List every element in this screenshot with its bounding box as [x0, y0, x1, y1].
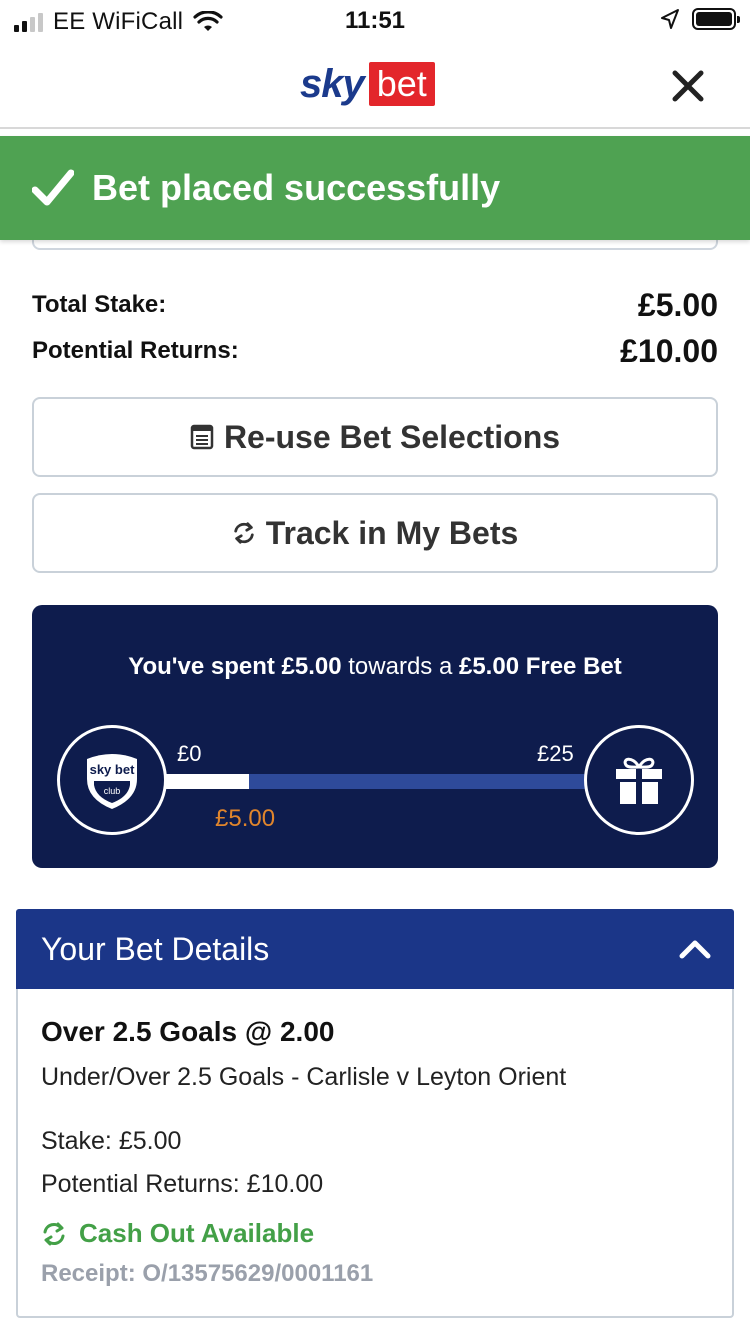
bet-details-title: Your Bet Details	[41, 930, 270, 967]
chevron-up-icon[interactable]	[678, 938, 712, 960]
bet-potential-returns: Potential Returns: £10.00	[41, 1170, 324, 1198]
track-bets-label: Track in My Bets	[265, 514, 519, 551]
promo-free-bet-text: £5.00 Free Bet	[458, 653, 622, 680]
bet-stake: Stake: £5.00	[41, 1127, 182, 1155]
reuse-selections-button[interactable]: Re-use Bet Selections	[32, 397, 718, 477]
skybet-club-badge: sky bet club	[57, 725, 167, 835]
free-bet-gift-badge	[584, 725, 694, 835]
skybet-logo: sky bet	[300, 62, 435, 106]
receipt-number: Receipt: O/13575629/0001161	[41, 1260, 374, 1287]
document-list-icon	[190, 424, 214, 450]
total-stake-row: Total Stake: £5.00	[32, 282, 718, 328]
app-header: sky bet	[0, 42, 750, 129]
badge-club-text: club	[104, 786, 121, 796]
bet-totals: Total Stake: £5.00 Potential Returns: £1…	[32, 282, 718, 374]
progress-max-label: £25	[537, 741, 574, 766]
progress-current-label: £5.00	[215, 805, 276, 832]
promo-towards-text: towards a	[341, 653, 459, 680]
reuse-selections-label: Re-use Bet Selections	[223, 418, 561, 455]
battery-icon	[692, 8, 740, 30]
status-bar: EE WiFiCall 11:51	[0, 0, 750, 42]
bet-details-panel: Your Bet Details Over 2.5 Goals @ 2.00 U…	[16, 909, 734, 1318]
track-bets-button[interactable]: Track in My Bets	[32, 493, 718, 573]
progress-fill	[164, 774, 250, 789]
total-stake-label: Total Stake:	[32, 291, 167, 318]
success-message: Bet placed successfully	[92, 167, 501, 208]
logo-bet-text: bet	[368, 62, 435, 106]
cashout-arrows-icon	[43, 1222, 65, 1245]
bet-selection: Over 2.5 Goals @ 2.00	[41, 1016, 335, 1047]
free-bet-progress-card: You've spent £5.00 towards a £5.00 Free …	[32, 605, 718, 868]
total-stake-value: £5.00	[637, 286, 718, 323]
progress-min-label: £0	[177, 741, 202, 766]
gift-icon	[616, 757, 662, 804]
shield-icon: sky bet club	[87, 754, 137, 809]
checkmark-icon	[32, 169, 74, 206]
refresh-arrows-icon	[234, 522, 254, 544]
promo-spent-text: You've spent £5.00	[128, 653, 342, 680]
potential-returns-label: Potential Returns:	[32, 337, 239, 364]
potential-returns-row: Potential Returns: £10.00	[32, 328, 718, 374]
bet-market: Under/Over 2.5 Goals - Carlisle v Leyton…	[41, 1063, 567, 1091]
badge-brand-text: sky bet	[90, 762, 135, 777]
cashout-label: Cash Out Available	[79, 1218, 315, 1248]
status-right	[660, 8, 740, 30]
cashout-link[interactable]: Cash Out Available	[41, 1218, 314, 1249]
progress-track	[164, 774, 590, 789]
close-icon[interactable]	[670, 68, 706, 104]
logo-sky-text: sky	[300, 61, 365, 106]
location-arrow-icon	[661, 9, 679, 29]
bet-details-header[interactable]: Your Bet Details	[16, 909, 734, 989]
potential-returns-value: £10.00	[620, 332, 718, 369]
success-banner: Bet placed successfully	[0, 136, 750, 240]
promo-message: You've spent £5.00 towards a £5.00 Free …	[32, 653, 718, 681]
clock: 11:51	[344, 7, 406, 34]
